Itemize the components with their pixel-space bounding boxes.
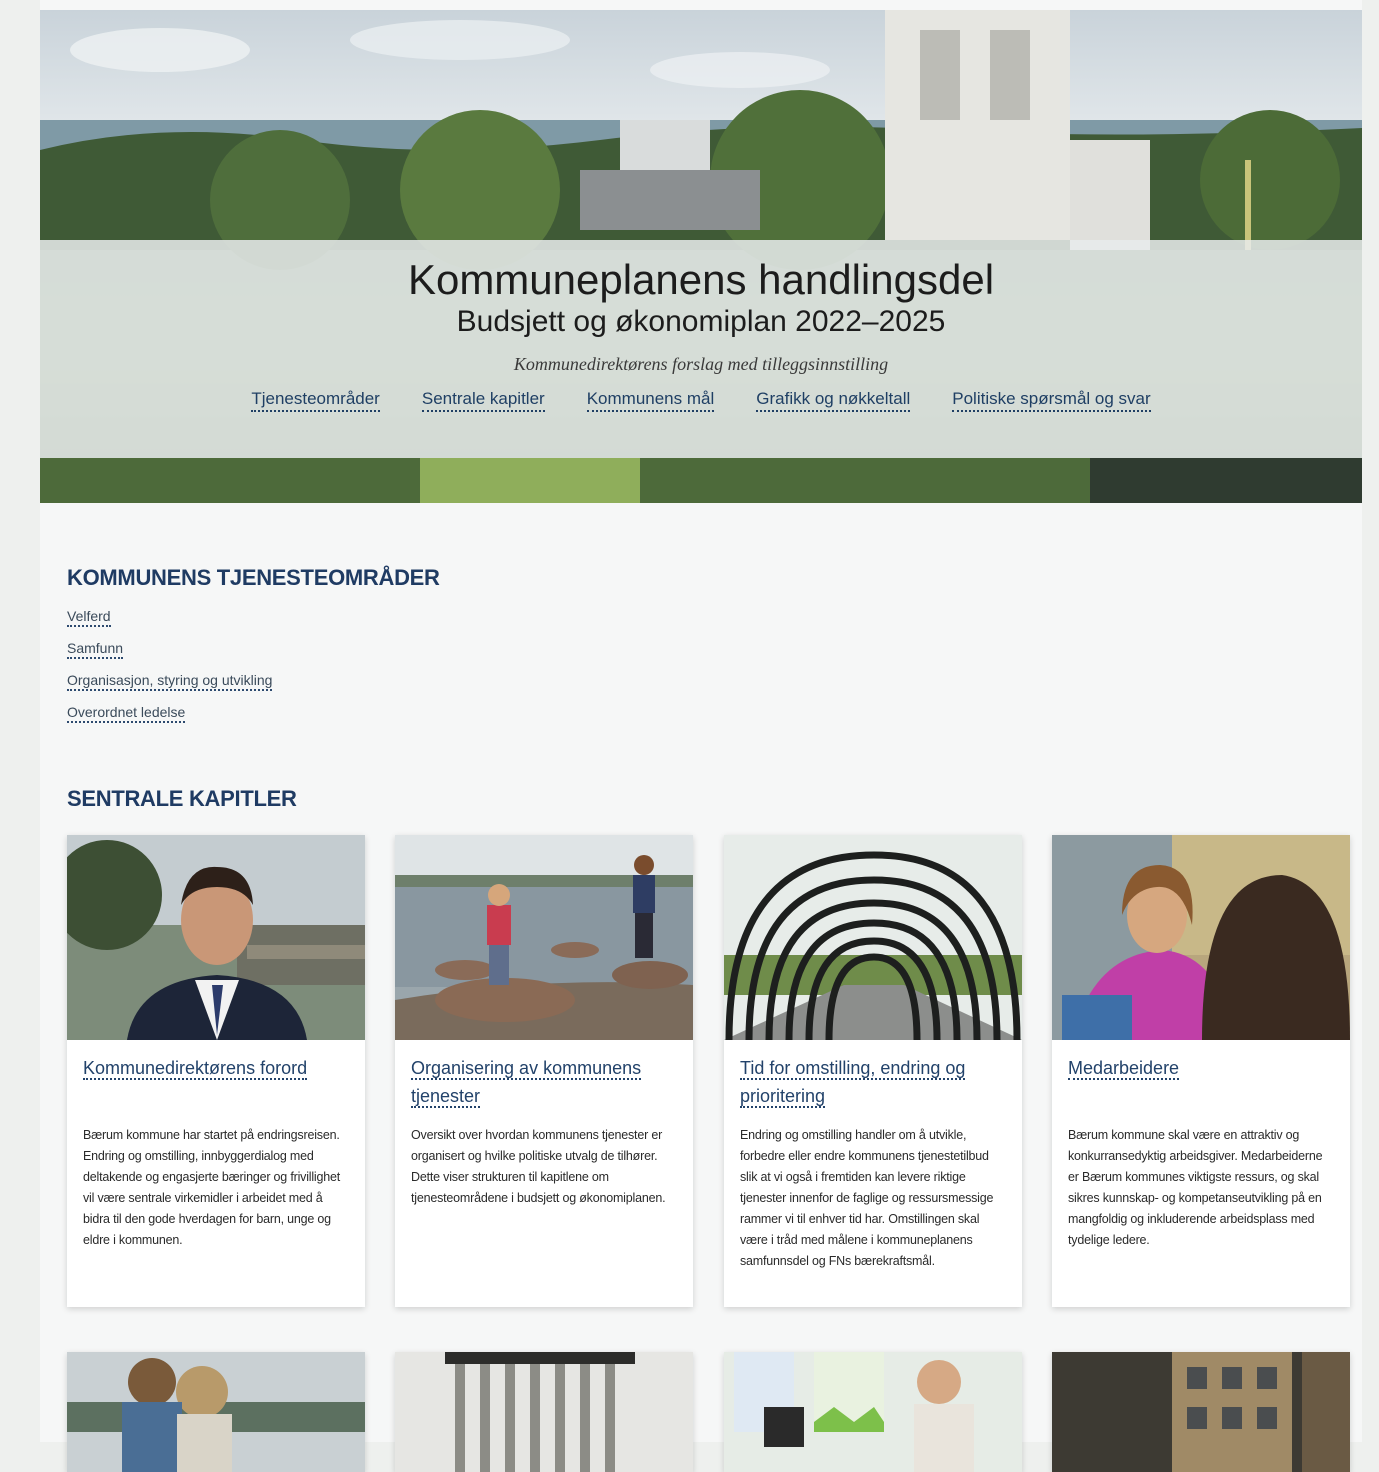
card-text: Oversikt over hvordan kommunens tjeneste… [411, 1128, 666, 1205]
nav-link-tjenesteomrader[interactable]: Tjenesteområder [251, 389, 380, 412]
chapter-card-image-partial[interactable] [67, 1352, 365, 1472]
page: Kommuneplanens handlingsdel Budsjett og … [40, 0, 1362, 1472]
card-image-classroom [724, 1352, 1022, 1472]
card-image-children-back [67, 1352, 365, 1472]
list-item: Overordnet ledelse [67, 704, 272, 736]
hero-banner: Kommuneplanens handlingsdel Budsjett og … [40, 10, 1362, 503]
nav-link-sentrale-kapitler[interactable]: Sentrale kapitler [421, 389, 545, 412]
card-title-link[interactable]: Medarbeidere [1068, 1054, 1334, 1082]
card-text: Endring og omstilling handler om å utvik… [740, 1128, 994, 1268]
services-heading: KOMMUNENS TJENESTEOMRÅDER [67, 565, 440, 590]
card-title: Tid for omstilling, endring og prioriter… [740, 1058, 966, 1108]
card-title-link[interactable]: Tid for omstilling, endring og prioriter… [740, 1054, 1006, 1110]
service-link-overordnet-ledelse[interactable]: Overordnet ledelse [67, 704, 186, 723]
service-link-organisasjon[interactable]: Organisasjon, styring og utvikling [67, 672, 273, 691]
service-link-velferd[interactable]: Velferd [67, 608, 111, 627]
page-title: Kommuneplanens handlingsdel [407, 256, 995, 303]
card-title: Medarbeidere [1068, 1058, 1180, 1080]
service-link-samfunn[interactable]: Samfunn [67, 640, 124, 659]
card-image-portrait [67, 835, 365, 1040]
list-item: Velferd [67, 608, 272, 640]
page-subtitle: Budsjett og økonomiplan 2022–2025 [456, 305, 946, 338]
chapter-card[interactable]: Tid for omstilling, endring og prioriter… [724, 835, 1022, 1307]
hero-nav: Tjenesteområder Sentrale kapitler Kommun… [40, 389, 1362, 412]
card-title: Kommunedirektørens forord [83, 1058, 308, 1080]
chapters-heading: SENTRALE KAPITLER [67, 786, 297, 811]
chapter-card[interactable]: Medarbeidere Bærum kommune skal være en … [1052, 835, 1350, 1307]
chapter-card[interactable]: Organisering av kommunens tjenester Over… [395, 835, 693, 1307]
card-image-children-lake [395, 835, 693, 1040]
page-lead: Kommunedirektørens forslag med tilleggsi… [513, 354, 889, 374]
chapter-card-image-partial[interactable] [1052, 1352, 1350, 1472]
card-image-woman-laptop [1052, 835, 1350, 1040]
hero-title-band: Kommuneplanens handlingsdel Budsjett og … [40, 240, 1362, 458]
nav-link-grafikk-nokkeltall[interactable]: Grafikk og nøkkeltall [756, 389, 911, 412]
card-title-link[interactable]: Kommunedirektørens forord [83, 1054, 349, 1082]
list-item: Samfunn [67, 640, 272, 672]
card-text: Bærum kommune har startet på endringsrei… [83, 1128, 341, 1247]
card-image-bench [395, 1352, 693, 1472]
card-text: Bærum kommune skal være en attraktiv og … [1068, 1128, 1323, 1247]
nav-link-kommunens-mal[interactable]: Kommunens mål [586, 389, 715, 412]
list-item: Organisasjon, styring og utvikling [67, 672, 273, 704]
chapter-card-image-partial[interactable] [395, 1352, 693, 1472]
nav-link-politiske-sporsmal[interactable]: Politiske spørsmål og svar [952, 389, 1151, 412]
card-image-arch-tunnel [724, 835, 1022, 1040]
chapter-card[interactable]: Kommunedirektørens forord Bærum kommune … [67, 835, 365, 1307]
card-title: Organisering av kommunens tjenester [411, 1058, 642, 1108]
card-image-building-facade [1052, 1352, 1350, 1472]
services-list: Velferd Samfunn Organisasjon, styring og… [67, 608, 273, 736]
chapter-card-image-partial[interactable] [724, 1352, 1022, 1472]
card-title-link[interactable]: Organisering av kommunens tjenester [411, 1054, 677, 1110]
